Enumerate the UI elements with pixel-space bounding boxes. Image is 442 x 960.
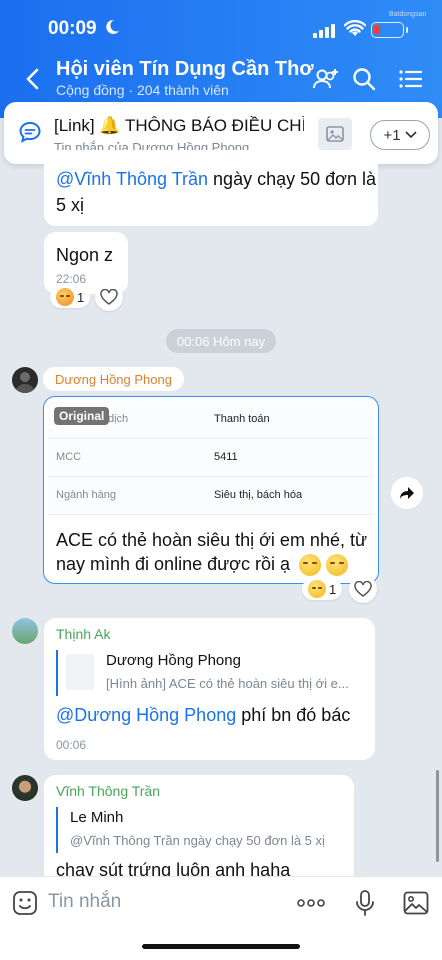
original-badge: Original bbox=[54, 407, 110, 425]
message-text: 5 xị bbox=[56, 195, 85, 215]
image-icon bbox=[403, 891, 429, 915]
image-table-row: MCC 5411 bbox=[48, 439, 374, 477]
group-add-icon bbox=[313, 69, 338, 89]
more-options-button[interactable] bbox=[296, 889, 326, 917]
status-time: 00:09 bbox=[48, 18, 97, 39]
shared-image[interactable]: dịch Thanh toán MCC 5411 Ngành hàng Siêu… bbox=[48, 401, 374, 515]
search-button[interactable] bbox=[349, 64, 379, 94]
reaction-count: 1 bbox=[77, 289, 85, 305]
quoted-message[interactable]: Dương Hồng Phong [Hình ảnh] ACE có thẻ h… bbox=[56, 650, 366, 696]
voice-button[interactable] bbox=[350, 889, 380, 917]
image-row-key: Ngành hàng bbox=[56, 489, 116, 501]
avatar[interactable] bbox=[12, 367, 38, 393]
message-bubble[interactable]: Thịnh Ak Dương Hồng Phong [Hình ảnh] ACE… bbox=[44, 618, 375, 760]
message-text: Ngon z bbox=[56, 245, 114, 265]
quote-text: [Hình ảnh] ACE có thẻ hoàn siêu thị ới e… bbox=[106, 676, 349, 691]
quote-author: Le Minh bbox=[70, 809, 124, 826]
mention-link[interactable]: @Dương Hồng Phong bbox=[56, 705, 236, 725]
gallery-button[interactable] bbox=[401, 889, 431, 917]
menu-button[interactable] bbox=[395, 64, 425, 94]
moon-icon bbox=[104, 19, 120, 40]
group-subtitle: Cộng đồng · 204 thành viên bbox=[56, 82, 229, 98]
image-thumbnail-icon[interactable] bbox=[318, 118, 352, 150]
reaction-count: 1 bbox=[329, 581, 337, 597]
image-row-value: 5411 bbox=[214, 451, 238, 463]
message-text: ACE có thẻ hoàn siêu thị ới em nhé, từ bbox=[56, 530, 368, 550]
image-row-value: Siêu thị, bách hóa bbox=[214, 489, 303, 501]
wifi-icon bbox=[344, 20, 366, 36]
message-text: ngày chạy 50 đơn là bbox=[208, 169, 376, 189]
react-heart-button[interactable] bbox=[95, 283, 123, 311]
message-text: phí bn đó bác bbox=[236, 705, 351, 725]
angry-emoji-icon bbox=[56, 288, 74, 306]
image-row-key: MCC bbox=[56, 451, 82, 463]
sender-name[interactable]: Thịnh Ak bbox=[56, 626, 110, 642]
reaction-summary[interactable]: 1 bbox=[50, 286, 91, 308]
more-dots-icon bbox=[297, 899, 325, 907]
message-text: nay mình đi online được rồi ạ bbox=[56, 554, 290, 574]
quote-text: @Vĩnh Thông Trần ngày chạy 50 đơn là 5 x… bbox=[70, 833, 325, 848]
microphone-icon bbox=[356, 890, 374, 916]
brand-watermark: Batdongsan bbox=[389, 11, 427, 18]
avatar[interactable] bbox=[12, 618, 38, 644]
quote-thumbnail bbox=[66, 654, 94, 690]
reaction-summary[interactable]: 1 bbox=[302, 578, 343, 600]
search-icon bbox=[353, 68, 376, 91]
group-title[interactable]: Hội viên Tín Dụng Cần Thơ bbox=[56, 58, 314, 81]
react-heart-button[interactable] bbox=[349, 575, 377, 603]
image-row-key: dịch bbox=[108, 413, 129, 425]
quoted-message[interactable]: Le Minh @Vĩnh Thông Trần ngày chạy 50 đơ… bbox=[56, 807, 346, 853]
heart-icon bbox=[354, 581, 372, 597]
sticker-icon bbox=[13, 891, 37, 915]
message-bubble[interactable]: @Vĩnh Thông Trần ngày chạy 50 đơn là 5 x… bbox=[44, 150, 378, 226]
pinned-more-button[interactable]: +1 bbox=[370, 120, 430, 150]
emoji-button[interactable] bbox=[10, 889, 40, 917]
chat-bubble-icon bbox=[18, 120, 42, 149]
battery-icon bbox=[371, 22, 408, 38]
date-divider: 00:06 Hôm nay bbox=[166, 329, 276, 353]
list-menu-icon bbox=[399, 70, 422, 88]
add-member-button[interactable] bbox=[311, 64, 341, 94]
image-row-value: Thanh toán bbox=[214, 413, 270, 425]
chevron-down-icon bbox=[404, 131, 417, 139]
sender-name[interactable]: Dương Hồng Phong bbox=[43, 367, 184, 391]
avatar[interactable] bbox=[12, 775, 38, 801]
image-message-bubble[interactable]: dịch Thanh toán MCC 5411 Ngành hàng Siêu… bbox=[43, 396, 379, 584]
heart-icon bbox=[100, 289, 118, 305]
smile-emoji-icon bbox=[299, 554, 321, 577]
home-indicator bbox=[142, 944, 300, 949]
message-time: 22:06 bbox=[56, 272, 87, 286]
message-input[interactable]: Tin nhắn bbox=[48, 891, 121, 913]
share-arrow-icon bbox=[400, 487, 414, 499]
message-time: 00:06 bbox=[56, 738, 87, 752]
status-bar: 00:09 Batdongsan bbox=[0, 0, 442, 52]
pinned-title: [Link] 🔔 THÔNG BÁO ĐIỀU CHỈ... bbox=[54, 116, 304, 135]
mention-link[interactable]: @Vĩnh Thông Trần bbox=[56, 169, 208, 189]
signal-icon bbox=[313, 24, 339, 38]
message-bubble[interactable]: Vĩnh Thông Trần Le Minh @Vĩnh Thông Trần… bbox=[44, 775, 354, 885]
smile-emoji-icon bbox=[308, 580, 326, 598]
image-table-row: Ngành hàng Siêu thị, bách hóa bbox=[48, 477, 374, 515]
chevron-left-icon bbox=[26, 68, 39, 90]
sender-name[interactable]: Vĩnh Thông Trần bbox=[56, 783, 160, 799]
quote-author: Dương Hồng Phong bbox=[106, 652, 241, 669]
pinned-more-label: +1 bbox=[383, 126, 401, 144]
forward-button[interactable] bbox=[391, 477, 423, 509]
smile-emoji-icon bbox=[326, 554, 349, 577]
back-button[interactable] bbox=[18, 64, 46, 94]
chat-header: 00:09 Batdongsan Hội viên Tín Dụng Cần T… bbox=[0, 0, 442, 118]
scrollbar[interactable] bbox=[436, 770, 439, 862]
